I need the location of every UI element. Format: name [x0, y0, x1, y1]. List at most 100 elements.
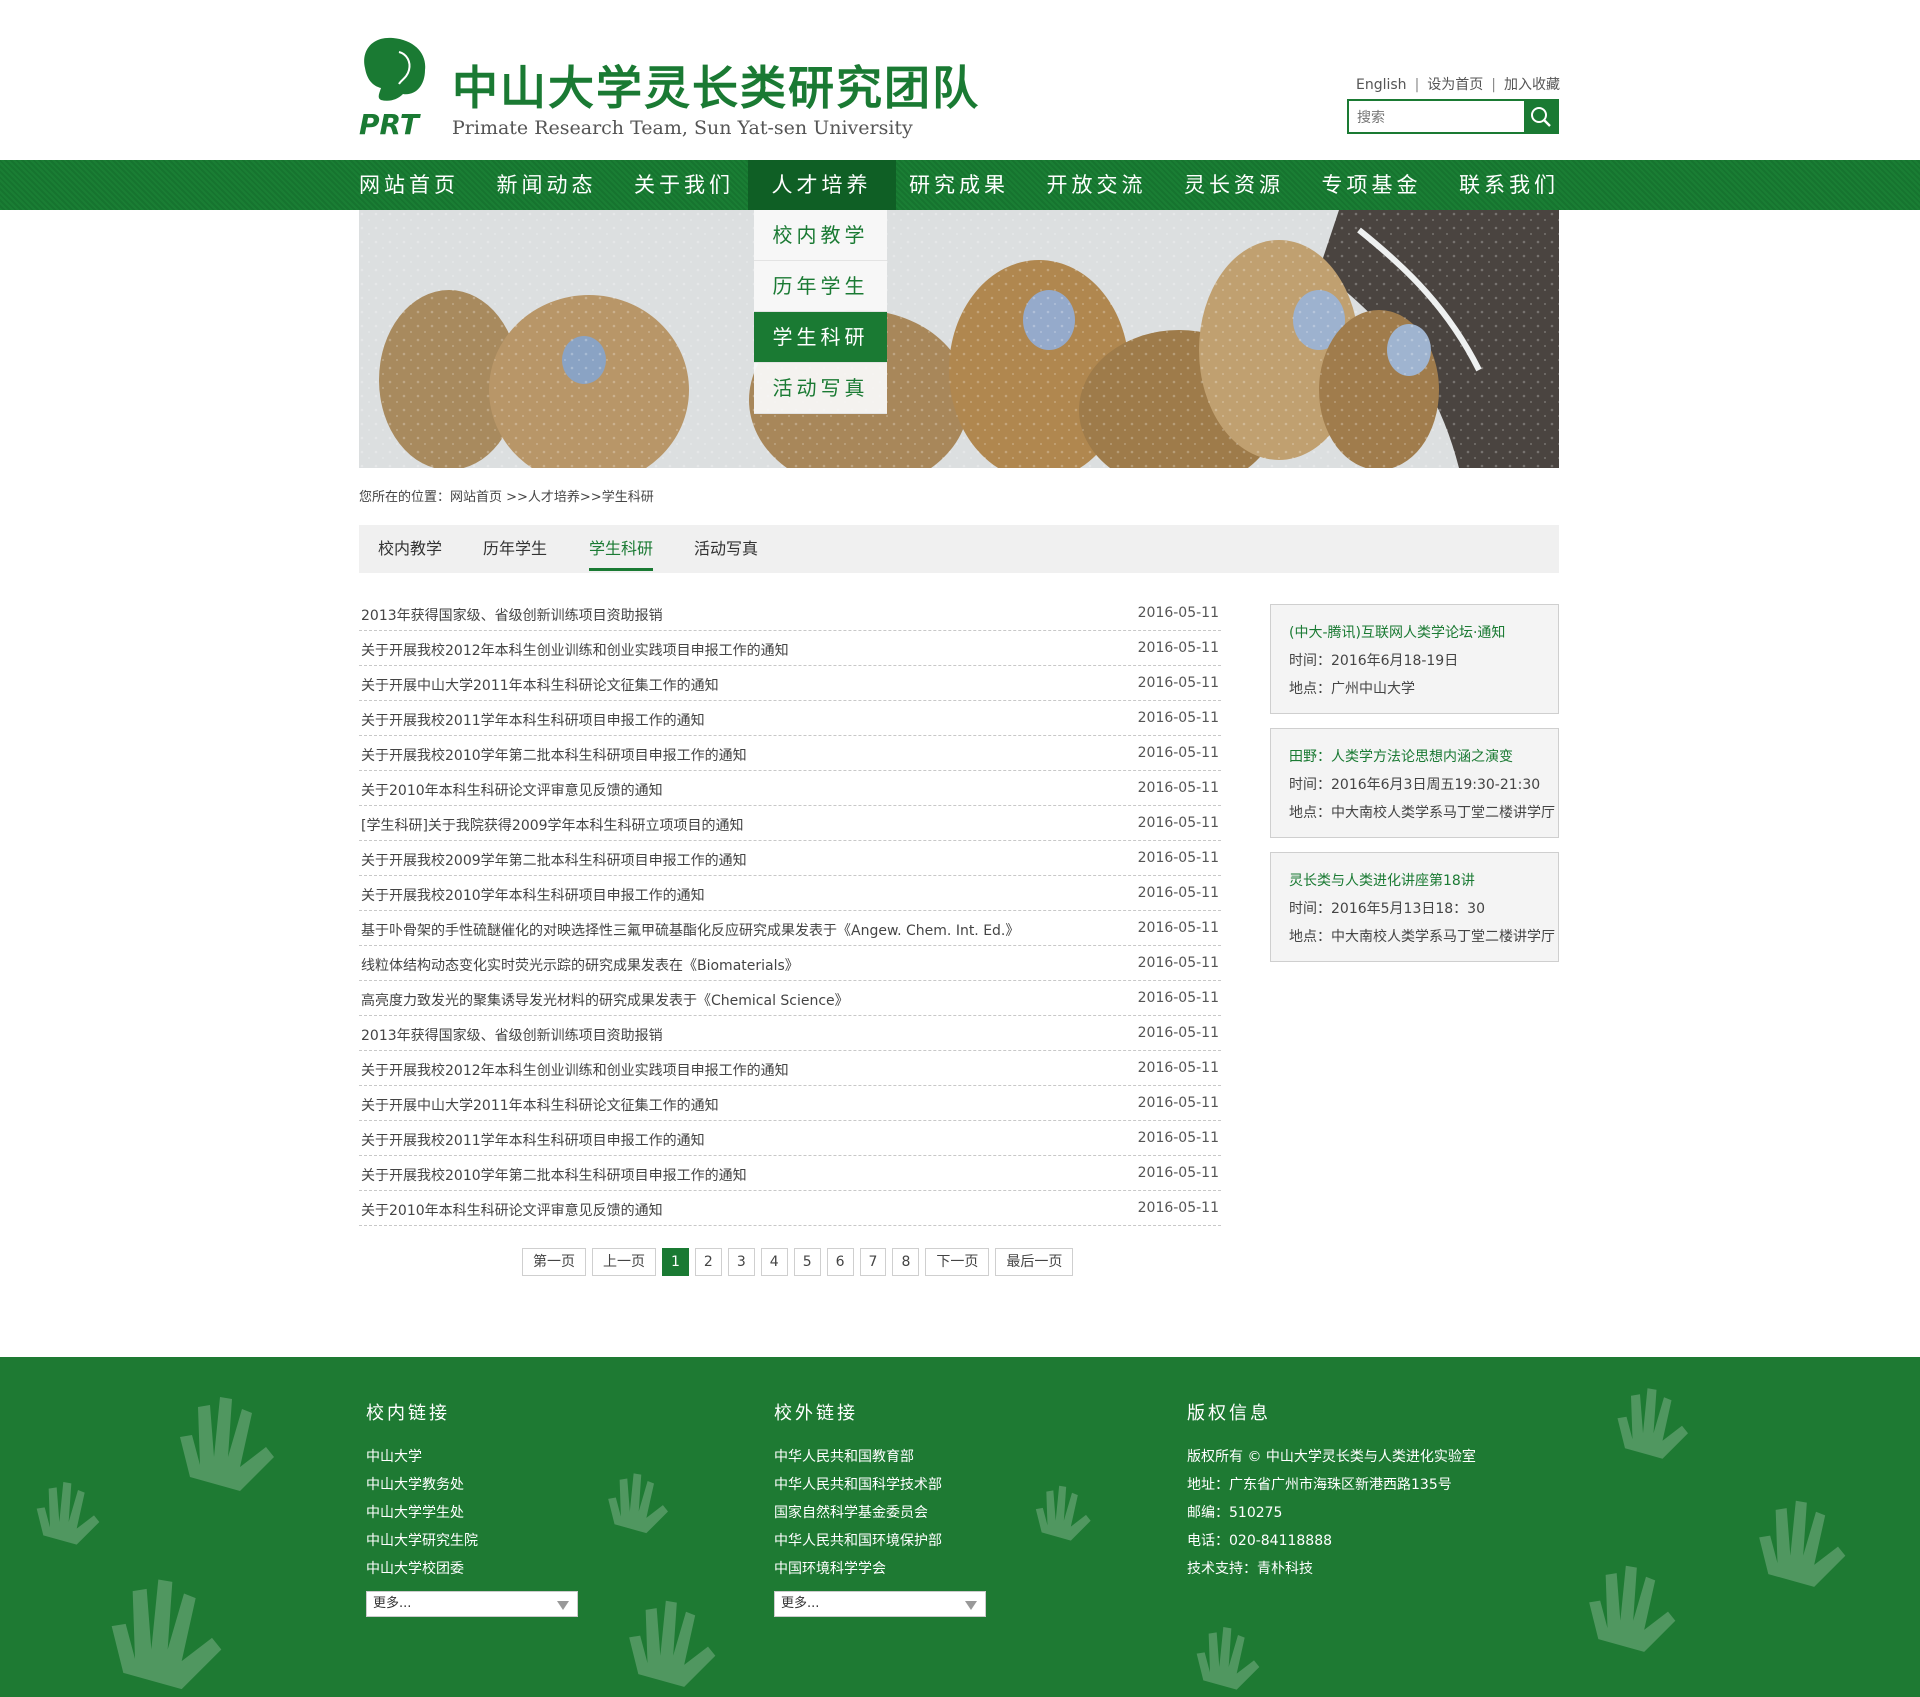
- event-place: 地点：中大南校人类学系马丁堂二楼讲学厅: [1289, 805, 1555, 821]
- page-button-2[interactable]: 2: [694, 1248, 722, 1276]
- list-item-date: 2016-05-11: [1137, 1025, 1219, 1041]
- chevron-down-icon: [965, 1601, 977, 1610]
- list-item[interactable]: 关于开展我校2011学年本科生科研项目申报工作的通知 2016-05-11: [359, 1121, 1221, 1156]
- list-item[interactable]: 关于开展我校2010学年第二批本科生科研项目申报工作的通知 2016-05-11: [359, 736, 1221, 771]
- search-input[interactable]: [1355, 105, 1519, 131]
- select-value: 更多...: [781, 1596, 820, 1611]
- list-item-date: 2016-05-11: [1137, 990, 1219, 1006]
- dropdown-item-student-research[interactable]: 学生科研: [754, 312, 887, 363]
- pagination: 第一页 上一页 1 2 3 4 5 6 7 8 下一页 最后一页: [522, 1248, 1074, 1276]
- add-favorite-link[interactable]: 加入收藏: [1504, 77, 1560, 93]
- event-title[interactable]: (中大-腾讯)互联网人类学论坛·通知: [1289, 619, 1540, 647]
- primate-head-logo-icon[interactable]: PRT: [359, 34, 429, 138]
- footer-link[interactable]: 中华人民共和国科学技术部: [774, 1471, 986, 1499]
- list-item[interactable]: 2013年获得国家级、省级创新训练项目资助报销 2016-05-11: [359, 596, 1221, 631]
- list-item[interactable]: 关于开展我校2012年本科生创业训练和创业实践项目申报工作的通知 2016-05-…: [359, 631, 1221, 666]
- footer-link[interactable]: 中山大学校团委: [366, 1555, 578, 1583]
- page-button-1[interactable]: 1: [662, 1248, 689, 1276]
- tab-photos[interactable]: 活动写真: [694, 525, 758, 573]
- list-item[interactable]: 基于卟骨架的手性硫醚催化的对映选择性三氟甲硫基酯化反应研究成果发表于《Angew…: [359, 911, 1221, 946]
- handprint-icon: [608, 1473, 668, 1534]
- handprint-icon: [180, 1397, 274, 1491]
- list-item[interactable]: 关于开展我校2012年本科生创业训练和创业实践项目申报工作的通知 2016-05-…: [359, 1051, 1221, 1086]
- footer-link[interactable]: 中国环境科学学会: [774, 1555, 986, 1583]
- nav-fund[interactable]: 专项基金: [1322, 160, 1422, 210]
- nav-resources[interactable]: 灵长资源: [1184, 160, 1284, 210]
- nav-about[interactable]: 关于我们: [634, 160, 734, 210]
- dropdown-item-teaching[interactable]: 校内教学: [754, 210, 887, 261]
- list-item[interactable]: 关于开展我校2010学年第二批本科生科研项目申报工作的通知 2016-05-11: [359, 1156, 1221, 1191]
- list-item[interactable]: 关于2010年本科生科研论文评审意见反馈的通知 2016-05-11: [359, 1191, 1221, 1226]
- list-item-title: 关于开展我校2010学年本科生科研项目申报工作的通知: [361, 888, 705, 904]
- page-button-8[interactable]: 8: [892, 1248, 920, 1276]
- list-item-title: 高亮度力致发光的聚集诱导发光材料的研究成果发表于《Chemical Scienc…: [361, 993, 849, 1009]
- dropdown-item-students[interactable]: 历年学生: [754, 261, 887, 312]
- page-button-7[interactable]: 7: [859, 1248, 887, 1276]
- prev-page-button[interactable]: 上一页: [592, 1248, 656, 1276]
- list-item[interactable]: 关于开展中山大学2011年本科生科研论文征集工作的通知 2016-05-11: [359, 1086, 1221, 1121]
- list-item[interactable]: 关于2010年本科生科研论文评审意见反馈的通知 2016-05-11: [359, 771, 1221, 806]
- nav-talent[interactable]: 人才培养: [747, 160, 896, 210]
- event-card[interactable]: (中大-腾讯)互联网人类学论坛·通知 时间：2016年6月18-19日 地点：广…: [1270, 604, 1559, 714]
- list-item-date: 2016-05-11: [1137, 1165, 1219, 1181]
- list-item[interactable]: 2013年获得国家级、省级创新训练项目资助报销 2016-05-11: [359, 1016, 1221, 1051]
- list-item[interactable]: 高亮度力致发光的聚集诱导发光材料的研究成果发表于《Chemical Scienc…: [359, 981, 1221, 1016]
- footer-link[interactable]: 中华人民共和国教育部: [774, 1443, 986, 1471]
- list-item-title: 2013年获得国家级、省级创新训练项目资助报销: [361, 608, 663, 624]
- next-page-button[interactable]: 下一页: [925, 1248, 990, 1276]
- list-item-date: 2016-05-11: [1137, 710, 1219, 726]
- nav-exchange[interactable]: 开放交流: [1047, 160, 1147, 210]
- footer-link[interactable]: 中山大学研究生院: [366, 1527, 578, 1555]
- page-button-6[interactable]: 6: [826, 1248, 854, 1276]
- event-card[interactable]: 田野：人类学方法论思想内涵之演变 时间：2016年6月3日周五19:30-21:…: [1270, 728, 1559, 838]
- first-page-button[interactable]: 第一页: [522, 1248, 586, 1276]
- footer-link[interactable]: 中山大学学生处: [366, 1499, 578, 1527]
- list-item[interactable]: 关于开展我校2009学年第二批本科生科研项目申报工作的通知 2016-05-11: [359, 841, 1221, 876]
- list-item-title: 关于开展我校2010学年第二批本科生科研项目申报工作的通知: [361, 1168, 747, 1184]
- breadcrumb: 您所在的位置：网站首页 >>人才培养>>学生科研: [359, 490, 654, 505]
- last-page-button[interactable]: 最后一页: [995, 1248, 1074, 1276]
- list-item-date: 2016-05-11: [1137, 955, 1219, 971]
- page-button-3[interactable]: 3: [727, 1248, 755, 1276]
- list-item-title: [学生科研]关于我院获得2009学年本科生科研立项项目的通知: [361, 818, 744, 834]
- list-item[interactable]: 关于开展我校2010学年本科生科研项目申报工作的通知 2016-05-11: [359, 876, 1221, 911]
- tab-teaching[interactable]: 校内教学: [378, 525, 442, 573]
- nav-dropdown: 校内教学 历年学生 学生科研 活动写真: [754, 210, 887, 414]
- event-time: 时间：2016年6月3日周五19:30-21:30: [1289, 777, 1541, 793]
- footer-link[interactable]: 国家自然科学基金委员会: [774, 1499, 986, 1527]
- nav-news[interactable]: 新闻动态: [497, 160, 597, 210]
- list-item-title: 关于2010年本科生科研论文评审意见反馈的通知: [361, 1203, 663, 1219]
- list-item-title: 关于开展我校2012年本科生创业训练和创业实践项目申报工作的通知: [361, 1063, 789, 1079]
- main-nav: 网站首页 新闻动态 关于我们 人才培养 研究成果 开放交流 灵长资源 专项基金 …: [0, 160, 1920, 210]
- set-homepage-link[interactable]: 设为首页: [1427, 77, 1483, 93]
- list-item[interactable]: [学生科研]关于我院获得2009学年本科生科研立项项目的通知 2016-05-11: [359, 806, 1221, 841]
- internal-more-select[interactable]: 更多...: [366, 1591, 578, 1617]
- search-button[interactable]: [1524, 101, 1557, 132]
- list-item[interactable]: 关于开展我校2011学年本科生科研项目申报工作的通知 2016-05-11: [359, 701, 1221, 736]
- event-title[interactable]: 灵长类与人类进化讲座第18讲: [1289, 867, 1540, 895]
- site-header: PRT 中山大学灵长类研究团队 Primate Research Team, S…: [0, 0, 1920, 160]
- list-item-date: 2016-05-11: [1137, 1060, 1219, 1076]
- nav-research[interactable]: 研究成果: [909, 160, 1009, 210]
- footer-link[interactable]: 中华人民共和国环境保护部: [774, 1527, 986, 1555]
- nav-home[interactable]: 网站首页: [359, 160, 459, 210]
- tab-students[interactable]: 历年学生: [483, 525, 547, 573]
- dropdown-item-photos[interactable]: 活动写真: [754, 363, 887, 414]
- event-title[interactable]: 田野：人类学方法论思想内涵之演变: [1289, 743, 1540, 771]
- list-item[interactable]: 线粒体结构动态变化实时荧光示踪的研究成果发表在《Biomaterials》 201…: [359, 946, 1221, 981]
- tab-student-research[interactable]: 学生科研: [589, 525, 654, 573]
- footer-link[interactable]: 中山大学: [366, 1443, 578, 1471]
- postcode-line: 邮编：510275: [1187, 1505, 1283, 1521]
- site-title[interactable]: 中山大学灵长类研究团队 Primate Research Team, Sun Y…: [452, 60, 980, 140]
- nav-contact[interactable]: 联系我们: [1459, 160, 1559, 210]
- list-item-date: 2016-05-11: [1137, 1095, 1219, 1111]
- footer-link[interactable]: 中山大学教务处: [366, 1471, 578, 1499]
- handprint-icon: [111, 1579, 222, 1690]
- event-card[interactable]: 灵长类与人类进化讲座第18讲 时间：2016年5月13日18：30 地点：中大南…: [1270, 852, 1559, 962]
- external-more-select[interactable]: 更多...: [774, 1591, 986, 1617]
- event-time: 时间：2016年5月13日18：30: [1289, 901, 1485, 917]
- list-item[interactable]: 关于开展中山大学2011年本科生科研论文征集工作的通知 2016-05-11: [359, 666, 1221, 701]
- english-link[interactable]: English: [1356, 77, 1407, 93]
- page-button-4[interactable]: 4: [760, 1248, 788, 1276]
- page-button-5[interactable]: 5: [793, 1248, 821, 1276]
